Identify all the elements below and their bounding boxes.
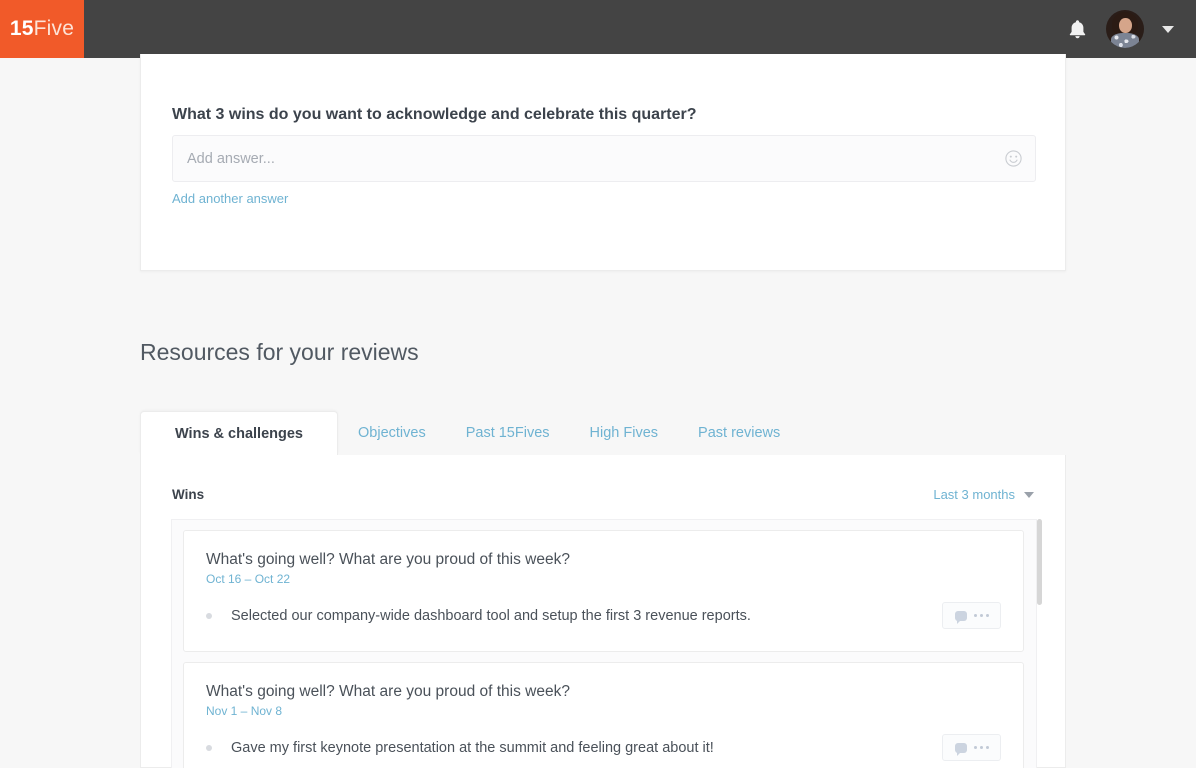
caret-down-icon bbox=[1024, 492, 1034, 498]
chevron-down-icon[interactable] bbox=[1162, 26, 1174, 33]
resources-heading: Resources for your reviews bbox=[140, 339, 419, 366]
avatar-body bbox=[1111, 33, 1139, 48]
win-question: What's going well? What are you proud of… bbox=[206, 551, 1001, 569]
tab-high-fives[interactable]: High Fives bbox=[570, 411, 679, 455]
wins-scrollbar-track[interactable] bbox=[1034, 519, 1045, 768]
page-title: What 3 wins do you want to acknowledge a… bbox=[172, 106, 697, 124]
comment-bubble-icon bbox=[955, 611, 967, 621]
win-date-range[interactable]: Nov 1 – Nov 8 bbox=[206, 704, 1001, 718]
wins-panel-header: Wins Last 3 months bbox=[172, 487, 1034, 502]
ellipsis-icon bbox=[974, 614, 989, 617]
smiley-icon[interactable] bbox=[1005, 150, 1022, 167]
add-another-answer-link[interactable]: Add another answer bbox=[172, 191, 288, 206]
avatar-face bbox=[1119, 18, 1132, 33]
review-question-card: What 3 wins do you want to acknowledge a… bbox=[140, 54, 1066, 271]
wins-section-label: Wins bbox=[172, 487, 204, 502]
win-date-range[interactable]: Oct 16 – Oct 22 bbox=[206, 572, 1001, 586]
top-navigation-right-group bbox=[1066, 10, 1196, 48]
top-navigation-bar: 15Five bbox=[0, 0, 1196, 58]
date-range-value: Last 3 months bbox=[933, 487, 1015, 502]
win-actions-button[interactable] bbox=[942, 602, 1001, 629]
bullet-icon bbox=[206, 745, 212, 751]
tab-past-reviews[interactable]: Past reviews bbox=[678, 411, 800, 455]
page-content: What 3 wins do you want to acknowledge a… bbox=[0, 58, 1196, 768]
wins-scroll-container[interactable]: What's going well? What are you proud of… bbox=[171, 519, 1037, 768]
wins-panel: Wins Last 3 months What's going well? Wh… bbox=[140, 455, 1066, 768]
win-body: Gave my first keynote presentation at th… bbox=[206, 734, 1001, 761]
win-note-card[interactable]: What's going well? What are you proud of… bbox=[183, 662, 1024, 768]
date-range-select[interactable]: Last 3 months bbox=[933, 487, 1034, 502]
win-note-text: Selected our company-wide dashboard tool… bbox=[231, 608, 942, 624]
win-question: What's going well? What are you proud of… bbox=[206, 683, 1001, 701]
win-note-text: Gave my first keynote presentation at th… bbox=[231, 740, 942, 756]
bullet-icon bbox=[206, 613, 212, 619]
comment-bubble-icon bbox=[955, 743, 967, 753]
logo-text-light: Five bbox=[34, 17, 74, 40]
logo-text: 15Five bbox=[10, 17, 74, 41]
answer-input-wrapper[interactable] bbox=[172, 135, 1036, 182]
tab-past-15fives[interactable]: Past 15Fives bbox=[446, 411, 570, 455]
win-actions-button[interactable] bbox=[942, 734, 1001, 761]
app-logo[interactable]: 15Five bbox=[0, 0, 84, 58]
answer-input[interactable] bbox=[173, 136, 1005, 181]
avatar[interactable] bbox=[1106, 10, 1144, 48]
resources-tabs: Wins & challenges Objectives Past 15Five… bbox=[140, 411, 1066, 455]
logo-text-bold: 15 bbox=[10, 17, 34, 40]
bell-icon[interactable] bbox=[1066, 17, 1088, 41]
win-body: Selected our company-wide dashboard tool… bbox=[206, 602, 1001, 629]
tab-objectives[interactable]: Objectives bbox=[338, 411, 446, 455]
ellipsis-icon bbox=[974, 746, 989, 749]
tab-wins-and-challenges[interactable]: Wins & challenges bbox=[140, 411, 338, 455]
wins-scrollbar-thumb[interactable] bbox=[1037, 519, 1042, 605]
win-note-card[interactable]: What's going well? What are you proud of… bbox=[183, 530, 1024, 652]
